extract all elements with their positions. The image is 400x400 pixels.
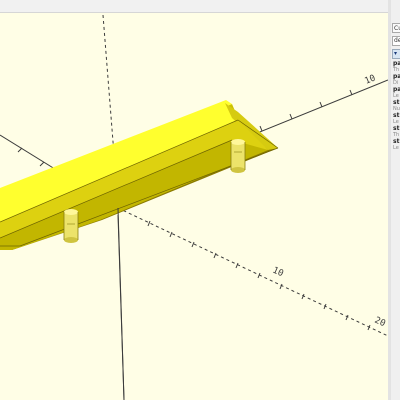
parameter-name: st: [393, 138, 400, 145]
parameter-item[interactable]: st Le: [393, 138, 400, 151]
parameter-item[interactable]: pa Th: [393, 60, 400, 73]
parameter-item[interactable]: pa Di: [393, 73, 400, 86]
parameter-list: pa Th pa Di pa Le st Nu st Le st Th st L…: [393, 60, 400, 151]
preset-select[interactable]: de: [392, 36, 400, 46]
3d-viewport[interactable]: 10 20 10: [0, 13, 388, 400]
parameter-item[interactable]: st Nu: [393, 99, 400, 112]
tab-customizer[interactable]: Cu: [392, 23, 400, 33]
parameter-name: st: [393, 112, 400, 119]
model-bar: [0, 100, 279, 250]
axis-z-over-model: [117, 207, 125, 400]
parameter-desc: Le: [393, 145, 399, 151]
parameter-item[interactable]: st Th: [393, 125, 400, 138]
standoff-left: [63, 209, 79, 243]
3d-scene: 10 20 10: [0, 14, 388, 400]
parameter-item[interactable]: pa Le: [393, 86, 400, 99]
standoff-right: [230, 139, 246, 173]
parameter-name: pa: [393, 60, 400, 67]
parameter-name: pa: [393, 73, 400, 80]
parameter-name: st: [393, 125, 400, 132]
parameter-filter-dropdown[interactable]: ▾: [392, 49, 400, 59]
axis-y-positive: [239, 79, 388, 141]
tick-label-x-20: 20: [373, 316, 387, 330]
tick-label-x-10: 10: [271, 266, 285, 280]
parameter-name: st: [393, 99, 400, 106]
parameter-item[interactable]: st Le: [393, 112, 400, 125]
window-top-edge: [0, 0, 400, 13]
parameter-name: pa: [393, 86, 400, 93]
axis-labels: 10 20 10: [271, 73, 387, 329]
customizer-panel: Cu de ▾ pa Th pa Di pa Le st Nu st Le st…: [391, 0, 400, 400]
